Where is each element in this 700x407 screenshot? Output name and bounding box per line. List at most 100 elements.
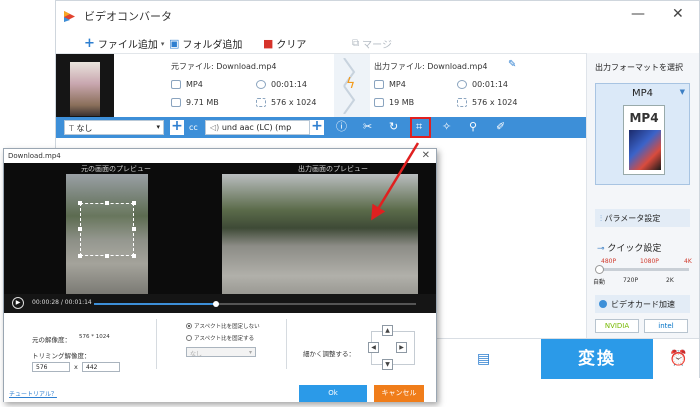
output-size: 19 MB — [389, 98, 415, 107]
audio-track-select[interactable]: ◁) und aac (LC) (mp — [205, 120, 310, 135]
crop-width-input[interactable]: 576 — [32, 362, 70, 372]
add-audio-button[interactable]: + — [310, 119, 324, 135]
merge-label: マージ — [362, 40, 392, 51]
source-file-label: 元ファイル: Download.mp4 — [171, 62, 277, 71]
chevron-down-icon: ▾ — [248, 349, 252, 356]
bottom-bar: ▤ 変換 ⏰ — [429, 338, 699, 379]
cancel-button[interactable]: キャンセル — [374, 385, 424, 402]
quality-slider[interactable] — [595, 265, 689, 274]
gpu-acceleration-label: ビデオカード加速 — [611, 300, 675, 309]
output-folder-icon[interactable]: ▤ — [477, 351, 490, 367]
output-settings-panel: 出力フォーマットを選択 MP4 ▼ MP4 ⫶ パラメータ設定 ⊸ クイック設定… — [586, 53, 699, 338]
crop-handle[interactable] — [78, 254, 82, 258]
format-icon — [171, 80, 181, 89]
move-left-button[interactable]: ◀ — [368, 342, 379, 353]
tutorial-link[interactable]: チュートリアル？ — [9, 389, 57, 398]
tick-4k: 4K — [684, 258, 692, 265]
add-folder-label: フォルダ追加 — [182, 40, 243, 51]
move-down-button[interactable]: ▼ — [382, 359, 393, 370]
subtitle-select[interactable]: T なし ▾ — [64, 120, 164, 135]
cut-icon[interactable]: ✂ — [363, 121, 372, 133]
crop-highlight-box — [410, 117, 431, 138]
crop-handle[interactable] — [132, 227, 136, 231]
watermark-icon[interactable]: ⚲ — [469, 121, 477, 133]
file-item[interactable]: 元ファイル: Download.mp4 MP4 00:01:14 9.71 MB… — [56, 53, 586, 118]
move-up-button[interactable]: ▲ — [382, 325, 393, 336]
audio-track-value: und aac (LC) (mp — [221, 123, 292, 132]
play-icon[interactable]: ▶ — [12, 297, 24, 309]
add-subtitle-button[interactable]: + — [170, 119, 184, 135]
crop-frame[interactable] — [78, 201, 136, 258]
window-title: ビデオコンバータ — [84, 10, 172, 23]
film-icon — [629, 130, 661, 170]
cc-icon[interactable]: cc — [189, 122, 198, 134]
minimize-button[interactable]: — — [631, 7, 645, 21]
playback-progress-handle[interactable] — [213, 301, 220, 307]
intel-badge: intel — [644, 319, 688, 333]
title-bar: ビデオコンバータ — ✕ — [56, 1, 699, 31]
info-icon[interactable]: ⓘ — [336, 121, 347, 133]
add-folder-button[interactable]: ▣ フォルダ追加 — [169, 36, 242, 51]
mp4-icon-text: MP4 — [629, 111, 659, 125]
output-duration: 00:01:14 — [472, 80, 508, 89]
edit-toolbar: T なし ▾ + cc ◁) und aac (LC) (mp + ⓘ ✂ ↻ … — [56, 117, 586, 138]
ok-button[interactable]: Ok — [299, 385, 367, 402]
video-thumbnail[interactable] — [56, 54, 114, 118]
crop-height-input[interactable]: 442 — [82, 362, 120, 372]
tick-480p: 480P — [601, 258, 617, 265]
clear-button[interactable]: ■ クリア — [263, 36, 306, 51]
tick-auto: 自動 — [593, 279, 606, 286]
alarm-clock-icon[interactable]: ⏰ — [669, 349, 688, 367]
fine-adjust-label: 細かく調整する： — [303, 350, 355, 358]
trash-icon: ■ — [263, 37, 274, 50]
crop-handle[interactable] — [78, 201, 82, 205]
crop-handle[interactable] — [105, 201, 109, 205]
move-right-button[interactable]: ▶ — [396, 342, 407, 353]
add-file-button[interactable]: + ファイル追加 ▾ — [84, 36, 164, 51]
playback-progress-fill — [94, 303, 217, 305]
dialog-title: Download.mp4 — [8, 152, 61, 160]
parameter-settings-label: パラメータ設定 — [604, 214, 661, 223]
tick-1080p: 1080P — [640, 258, 659, 265]
format-selector[interactable]: MP4 ▼ MP4 — [595, 83, 690, 185]
parameter-settings-button[interactable]: ⫶ パラメータ設定 — [595, 209, 690, 227]
edit-icon[interactable]: ✎ — [508, 59, 516, 70]
crop-handle[interactable] — [132, 254, 136, 258]
merge-icon: ⧉ — [352, 38, 360, 49]
radio-aspect-free[interactable] — [186, 323, 192, 329]
times-sign: x — [74, 363, 78, 371]
quality-slider-handle[interactable] — [595, 265, 604, 274]
gpu-acceleration-toggle[interactable]: ビデオカード加速 — [595, 295, 690, 313]
crop-handle[interactable] — [132, 201, 136, 205]
dialog-close-button[interactable]: ✕ — [422, 150, 430, 161]
close-button[interactable]: ✕ — [672, 7, 684, 21]
conversion-arrow: ϟ — [334, 54, 370, 118]
aspect-ratio-select[interactable]: なし ▾ — [186, 347, 256, 358]
crop-handle[interactable] — [78, 227, 82, 231]
effects-icon[interactable]: ✧ — [442, 121, 451, 133]
playback-progress[interactable] — [94, 301, 416, 307]
folder-plus-icon: ▣ — [169, 37, 180, 50]
lightning-icon: ϟ — [346, 76, 356, 92]
folder-icon — [374, 98, 384, 107]
plus-icon: + — [84, 36, 95, 51]
rotate-icon[interactable]: ↻ — [389, 121, 398, 133]
playback-time: 00:00:28 / 00:01:14 — [32, 299, 92, 306]
edit-pen-icon[interactable]: ✐ — [496, 121, 505, 133]
output-format-header: 出力フォーマットを選択 — [595, 63, 683, 72]
clock-icon — [256, 80, 266, 89]
divider — [156, 319, 157, 369]
output-preview-label: 出力画面のプレビュー — [298, 165, 368, 173]
radio-aspect-fixed[interactable] — [186, 335, 192, 341]
original-preview-label: 元の画面のプレビュー — [81, 165, 151, 173]
playback-controls: ▶ 00:00:28 / 00:01:14 — [4, 294, 436, 313]
crop-handle[interactable] — [105, 254, 109, 258]
app-logo-icon — [64, 11, 75, 22]
add-file-label: ファイル追加 — [97, 40, 158, 51]
output-preview-video — [222, 174, 418, 294]
preview-area: 元の画面のプレビュー 出力画面のプレビュー ▶ 00:00:28 / 00:01… — [4, 163, 436, 313]
merge-button[interactable]: ⧉ マージ — [352, 36, 392, 51]
toolbar: + ファイル追加 ▾ ▣ フォルダ追加 ■ クリア ⧉ マージ — [56, 31, 586, 53]
convert-button[interactable]: 変換 — [541, 339, 653, 379]
dropdown-arrow-icon: ▼ — [679, 88, 685, 96]
